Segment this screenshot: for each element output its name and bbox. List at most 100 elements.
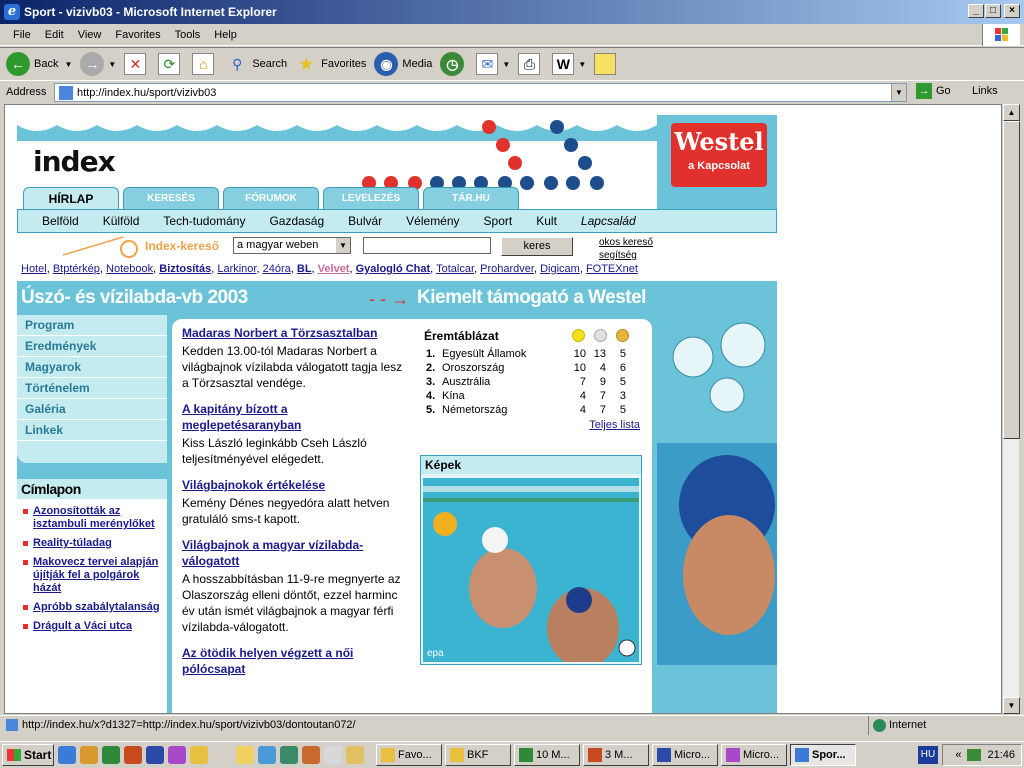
maximize-button[interactable]: □ bbox=[985, 4, 1001, 18]
headline-link[interactable]: Makovecz tervei alapján újítják fel a po… bbox=[33, 556, 158, 594]
menu-magyarok[interactable]: Magyarok bbox=[17, 357, 167, 378]
excel-quicklaunch-icon[interactable] bbox=[102, 746, 120, 764]
vertical-scrollbar[interactable]: ▲ ▼ bbox=[1002, 104, 1020, 714]
nav-tech[interactable]: Tech-tudomány bbox=[163, 214, 245, 228]
menu-eredmenyek[interactable]: Eredmények bbox=[17, 336, 167, 357]
clock[interactable]: 21:46 bbox=[987, 749, 1015, 761]
taskbar-item[interactable]: Micro... bbox=[721, 744, 787, 766]
tab-kereses[interactable]: KERESÉS bbox=[123, 187, 219, 209]
scroll-up-button[interactable]: ▲ bbox=[1003, 104, 1020, 121]
nav-lapcsalad[interactable]: Lapcsalád bbox=[581, 214, 636, 228]
start-button[interactable]: Start bbox=[2, 744, 54, 766]
address-dropdown[interactable]: ▼ bbox=[891, 84, 906, 101]
taskbar-item[interactable]: 3 M... bbox=[583, 744, 649, 766]
search-button[interactable]: ⚲ Search bbox=[226, 53, 287, 75]
smart-search-link[interactable]: okos kereső bbox=[599, 236, 653, 249]
tray-app-icon[interactable] bbox=[280, 746, 298, 764]
news-title-link[interactable]: Madaras Norbert a Törzsasztalban bbox=[182, 325, 404, 341]
ie-quicklaunch-icon[interactable] bbox=[58, 746, 76, 764]
tab-levelezes[interactable]: LEVELEZÉS bbox=[323, 187, 419, 209]
taskbar-item-active[interactable]: Spor... bbox=[790, 744, 856, 766]
favorites-button[interactable]: ★ Favorites bbox=[295, 53, 366, 75]
tray-app-icon[interactable] bbox=[346, 746, 364, 764]
headline-link[interactable]: Reality-túladag bbox=[33, 537, 112, 549]
nav-kult[interactable]: Kult bbox=[536, 214, 557, 228]
media-button[interactable]: ◉ Media bbox=[374, 52, 432, 76]
menu-linkek[interactable]: Linkek bbox=[17, 420, 167, 441]
folder-quicklaunch-icon[interactable] bbox=[190, 746, 208, 764]
scroll-down-button[interactable]: ▼ bbox=[1003, 697, 1020, 714]
news-title-link[interactable]: Világbajnok a magyar vízilabda-válogatot… bbox=[182, 537, 404, 569]
visio-quicklaunch-icon[interactable] bbox=[168, 746, 186, 764]
partner-link[interactable]: BL bbox=[297, 263, 312, 275]
taskbar-item[interactable]: Micro... bbox=[652, 744, 718, 766]
print-button[interactable]: ⎙ bbox=[518, 53, 544, 75]
refresh-button[interactable]: ⟳ bbox=[158, 53, 184, 75]
tray-app-icon[interactable] bbox=[258, 746, 276, 764]
menu-file[interactable]: File bbox=[6, 29, 38, 41]
partner-link[interactable]: Velvet bbox=[318, 263, 350, 275]
menu-favorites[interactable]: Favorites bbox=[108, 29, 167, 41]
note-button[interactable] bbox=[594, 53, 620, 75]
home-button[interactable]: ⌂ bbox=[192, 53, 218, 75]
scroll-thumb[interactable] bbox=[1003, 121, 1020, 439]
taskbar-item[interactable]: Favo... bbox=[376, 744, 442, 766]
nav-sport[interactable]: Sport bbox=[484, 214, 513, 228]
tab-hirlap[interactable]: HÍRLAP bbox=[23, 187, 119, 209]
news-title-link[interactable]: Az ötödik helyen végzett a női pólócsapa… bbox=[182, 645, 404, 677]
partner-link[interactable]: Gyalogló Chat bbox=[356, 263, 431, 275]
partner-link[interactable]: Biztosítás bbox=[159, 263, 211, 275]
nav-belfold[interactable]: Belföld bbox=[42, 214, 79, 228]
headline-link[interactable]: Apróbb szabálytalanság bbox=[33, 601, 160, 613]
menu-view[interactable]: View bbox=[71, 29, 109, 41]
partner-link[interactable]: Digicam bbox=[540, 263, 580, 275]
full-list-link[interactable]: Teljes lista bbox=[424, 419, 640, 431]
forward-button[interactable]: → ▼ bbox=[80, 52, 116, 76]
tray-app-icon[interactable] bbox=[236, 746, 254, 764]
tray-expand-icon[interactable]: « bbox=[955, 749, 961, 761]
tray-app-icon[interactable] bbox=[302, 746, 320, 764]
taskbar-item[interactable]: BKF bbox=[445, 744, 511, 766]
nav-kulfold[interactable]: Külföld bbox=[103, 214, 140, 228]
search-help-link[interactable]: segítség bbox=[599, 249, 653, 262]
headline-link[interactable]: Drágult a Váci utca bbox=[33, 620, 132, 632]
mail-button[interactable]: ✉ ▼ bbox=[476, 53, 510, 75]
menu-help[interactable]: Help bbox=[207, 29, 244, 41]
close-button[interactable]: × bbox=[1004, 4, 1020, 18]
menu-program[interactable]: Program bbox=[17, 315, 167, 336]
partner-link[interactable]: Btptérkép bbox=[53, 263, 100, 275]
search-input[interactable] bbox=[363, 237, 491, 254]
outlook-quicklaunch-icon[interactable] bbox=[80, 746, 98, 764]
taskbar-item[interactable]: 10 M... bbox=[514, 744, 580, 766]
go-button[interactable]: → Go bbox=[916, 83, 951, 99]
waterpolo-photo[interactable]: epa bbox=[423, 478, 639, 662]
search-scope-select[interactable]: a magyar weben ▼ bbox=[233, 237, 351, 254]
search-submit-button[interactable]: keres bbox=[501, 237, 573, 256]
partner-link[interactable]: Prohardver bbox=[480, 263, 534, 275]
word-quicklaunch-icon[interactable] bbox=[146, 746, 164, 764]
nav-gazdasag[interactable]: Gazdaság bbox=[269, 214, 324, 228]
index-logo[interactable]: index bbox=[33, 145, 116, 178]
menu-edit[interactable]: Edit bbox=[38, 29, 71, 41]
tab-tar[interactable]: TÁR.HU bbox=[423, 187, 519, 209]
tab-forumok[interactable]: FÓRUMOK bbox=[223, 187, 319, 209]
headline-link[interactable]: Azonosították az isztambuli merénylőket bbox=[33, 505, 155, 530]
news-title-link[interactable]: Világbajnokok értékelése bbox=[182, 477, 404, 493]
network-icon[interactable] bbox=[967, 749, 982, 761]
edit-button[interactable]: W ▼ bbox=[552, 53, 586, 75]
partner-link[interactable]: 24óra bbox=[263, 263, 291, 275]
nav-velemeny[interactable]: Vélemény bbox=[406, 214, 459, 228]
menu-tools[interactable]: Tools bbox=[168, 29, 208, 41]
links-button[interactable]: Links bbox=[972, 85, 998, 97]
menu-tortenelem[interactable]: Történelem bbox=[17, 378, 167, 399]
language-indicator[interactable]: HU bbox=[918, 746, 938, 764]
minimize-button[interactable]: _ bbox=[968, 4, 984, 18]
westel-logo[interactable]: Westel a Kapcsolat bbox=[671, 123, 767, 187]
powerpoint-quicklaunch-icon[interactable] bbox=[124, 746, 142, 764]
partner-link[interactable]: Larkinor bbox=[217, 263, 256, 275]
stop-button[interactable]: ✕ bbox=[124, 53, 150, 75]
history-button[interactable]: ◷ bbox=[440, 52, 468, 76]
address-input[interactable]: http://index.hu/sport/vizivb03 ▼ bbox=[54, 83, 907, 102]
news-title-link[interactable]: A kapitány bízott a meglepetésaranyban bbox=[182, 401, 404, 433]
partner-link[interactable]: Hotel bbox=[21, 263, 47, 275]
